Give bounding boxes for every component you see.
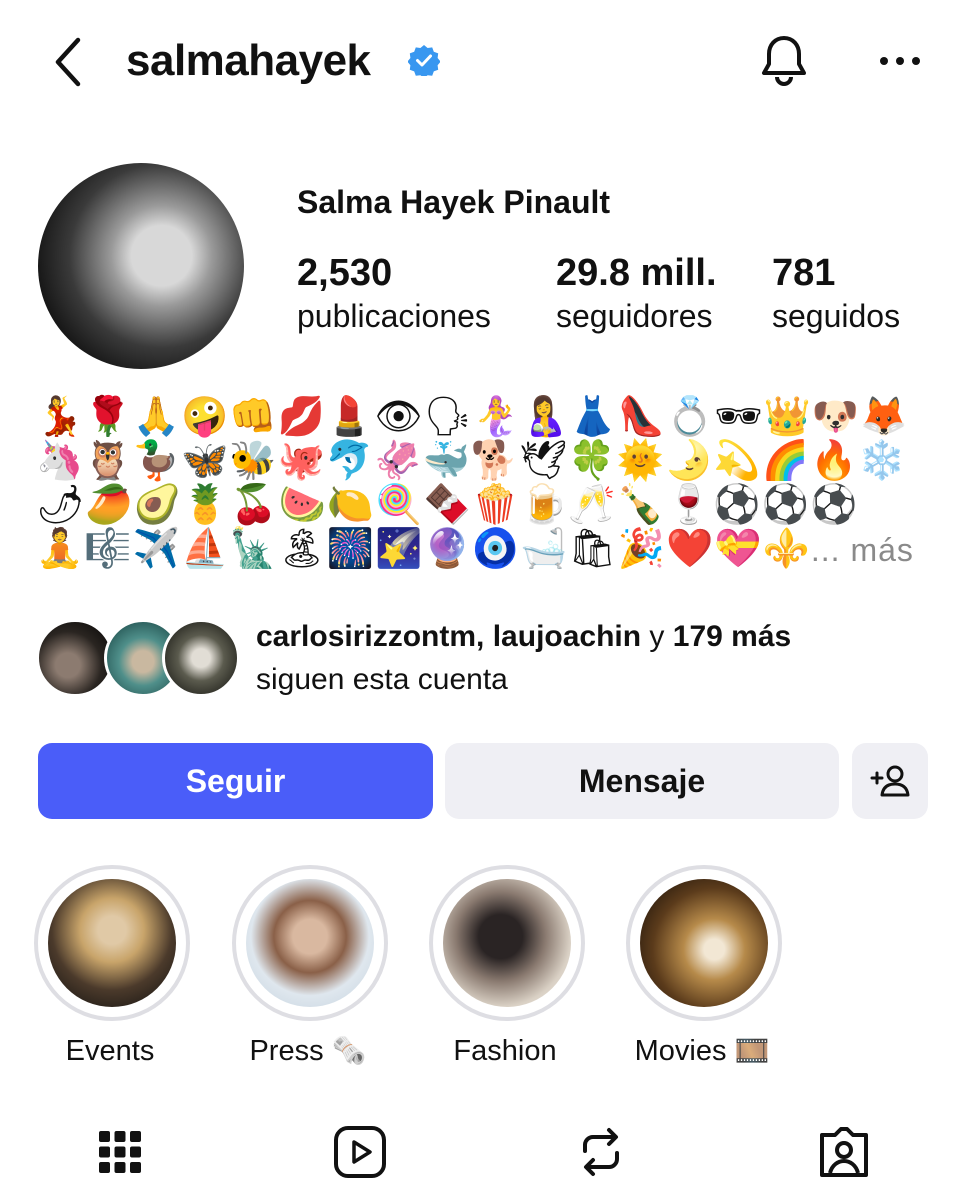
- stat-following-label: seguidos: [772, 298, 901, 334]
- stat-posts-label: publicaciones: [297, 298, 491, 334]
- highlight-label: Movies 🎞️: [634, 1034, 770, 1067]
- film-frames-icon: 🎞️: [734, 1034, 770, 1067]
- bio: 💃🌹🙏🤪👊💋💄👁🗣🧜‍♀️🤱👗👠💍🕶👑🐶🦊 🦄🦉🦆🦋🐝🐙🐬🦑🐳🐕🕊🍀🌞🌛💫🌈🔥❄…: [36, 394, 926, 570]
- verified-badge-icon: [407, 44, 441, 79]
- highlight-press[interactable]: Press 🗞️: [232, 865, 388, 1069]
- highlight-label: Press 🗞️: [249, 1034, 367, 1067]
- full-name: Salma Hayek Pinault: [297, 184, 611, 220]
- bio-row: 💃🌹🙏🤪👊💋💄👁🗣🧜‍♀️🤱👗👠💍🕶👑🐶🦊: [36, 394, 909, 438]
- tab-tagged[interactable]: [816, 1124, 872, 1180]
- follow-button[interactable]: Seguir: [38, 743, 433, 819]
- highlight-movies[interactable]: Movies 🎞️: [626, 865, 782, 1069]
- message-button[interactable]: Mensaje: [445, 743, 839, 819]
- bell-icon: [762, 36, 806, 86]
- highlight-label: Events: [65, 1035, 155, 1067]
- tagged-icon: [820, 1127, 868, 1177]
- highlight-fashion[interactable]: Fashion: [429, 865, 585, 1069]
- followed-by-others[interactable]: 179 más: [673, 620, 791, 653]
- newspaper-icon: 🗞️: [331, 1034, 367, 1067]
- grid-icon: [99, 1131, 141, 1173]
- bio-row: 🦄🦉🦆🦋🐝🐙🐬🦑🐳🐕🕊🍀🌞🌛💫🌈🔥❄️: [36, 438, 907, 482]
- profile-avatar[interactable]: [38, 163, 244, 369]
- more-options-button[interactable]: [876, 46, 924, 76]
- add-person-icon: [870, 765, 910, 797]
- stat-following[interactable]: 781 seguidos: [772, 250, 900, 336]
- reposts-icon: [583, 1128, 619, 1176]
- stat-followers-value: 29.8 mill.: [556, 252, 717, 294]
- reels-icon: [334, 1126, 386, 1178]
- followed-by-names[interactable]: carlosirizzontm, laujoachin y 179 más: [256, 618, 791, 656]
- tab-reposts[interactable]: [573, 1124, 629, 1180]
- follower-avatar[interactable]: [36, 619, 114, 697]
- follower-avatar[interactable]: [162, 619, 240, 697]
- highlight-cover: [626, 865, 782, 1021]
- tab-reels[interactable]: [332, 1124, 388, 1180]
- username: salmahayek: [126, 36, 371, 85]
- bio-more-link[interactable]: ... más: [811, 532, 914, 568]
- followed-by-suffix: siguen esta cuenta: [256, 663, 508, 696]
- highlight-cover: [34, 865, 190, 1021]
- stat-posts-value: 2,530: [297, 252, 393, 294]
- stat-posts[interactable]: 2,530 publicaciones: [297, 250, 491, 336]
- suggested-accounts-button[interactable]: [852, 743, 928, 819]
- back-button[interactable]: [48, 36, 92, 88]
- notifications-button[interactable]: [756, 34, 812, 88]
- stat-followers[interactable]: 29.8 mill. seguidores: [556, 250, 717, 336]
- bio-row: 🌶🥭🥑🍍🍒🍉🍋🍭🍫🍿🍺🥂🍾🍷⚽⚽⚽: [36, 482, 859, 526]
- followed-by-connector: y: [649, 620, 665, 653]
- more-dots-icon: [880, 57, 920, 65]
- highlight-label: Fashion: [453, 1035, 557, 1067]
- stat-following-value: 781: [772, 252, 836, 294]
- bio-row: 🧘🎼✈️⛵🗽🏝🎆🌠🔮🧿🛁🛍🎉❤️💝⚜️: [36, 526, 811, 570]
- highlight-cover: [232, 865, 388, 1021]
- highlight-cover: [429, 865, 585, 1021]
- highlight-events[interactable]: Events: [34, 865, 190, 1069]
- back-chevron-icon: [55, 37, 81, 87]
- stat-followers-label: seguidores: [556, 298, 713, 334]
- followed-by-usernames[interactable]: carlosirizzontm, laujoachin: [256, 620, 641, 653]
- tab-posts-grid[interactable]: [92, 1124, 148, 1180]
